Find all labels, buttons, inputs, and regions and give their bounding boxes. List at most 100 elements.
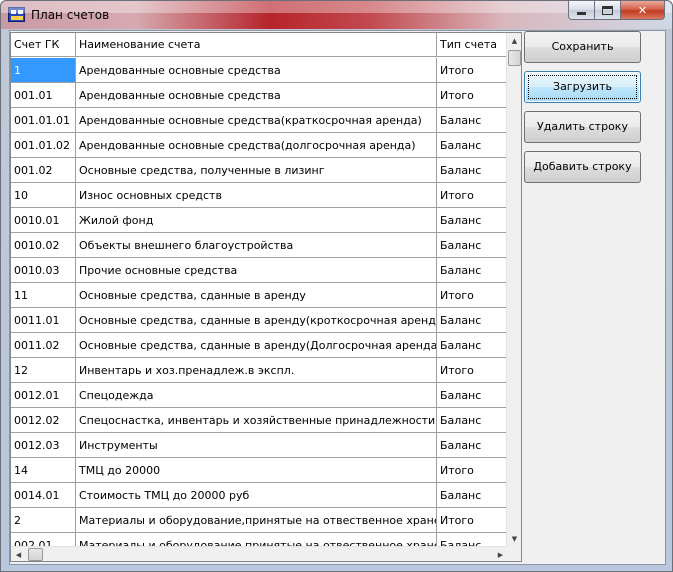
cell-type[interactable]: Баланс <box>437 408 508 433</box>
cell-type[interactable]: Баланс <box>437 158 508 183</box>
cell-account[interactable]: 0011.01 <box>11 308 76 333</box>
cell-type[interactable]: Итого <box>437 508 508 533</box>
add-row-button[interactable]: Добавить строку <box>524 151 641 183</box>
table-row[interactable]: 1 Арендованные основные средства Итого <box>11 58 508 83</box>
cell-type[interactable]: Баланс <box>437 208 508 233</box>
horizontal-scroll-thumb[interactable] <box>28 548 43 561</box>
horizontal-scrollbar[interactable]: ◀ ▶ <box>11 546 508 561</box>
cell-account[interactable]: 0010.01 <box>11 208 76 233</box>
cell-type[interactable]: Баланс <box>437 333 508 358</box>
close-button[interactable]: ✕ <box>621 1 665 20</box>
table-row[interactable]: 001.01 Арендованные основные средства Итог… <box>11 83 508 108</box>
table-row[interactable]: 10 Износ основных средств Итого <box>11 183 508 208</box>
cell-name[interactable]: Прочие основные средства <box>76 258 437 283</box>
cell-name[interactable]: Инструменты <box>76 433 437 458</box>
table-row[interactable]: 0012.01 Спецодежда Баланс <box>11 383 508 408</box>
cell-type[interactable]: Итого <box>437 83 508 108</box>
cell-type[interactable]: Баланс <box>437 433 508 458</box>
cell-type[interactable]: Баланс <box>437 233 508 258</box>
cell-name[interactable]: Арендованные основные средства(краткосро… <box>76 108 437 133</box>
minimize-button[interactable] <box>568 1 595 20</box>
cell-type[interactable]: Итого <box>437 458 508 483</box>
cell-name[interactable]: Арендованные основные средства <box>76 83 437 108</box>
cell-name[interactable]: Арендованные основные средства <box>76 58 437 83</box>
cell-account[interactable]: 001.01.01 <box>11 108 76 133</box>
save-button[interactable]: Сохранить <box>524 31 641 63</box>
title-bar[interactable]: План счетов ✕ <box>1 1 672 29</box>
cell-type[interactable]: Баланс <box>437 258 508 283</box>
cell-account[interactable]: 11 <box>11 283 76 308</box>
cell-name[interactable]: Жилой фонд <box>76 208 437 233</box>
table-row[interactable]: 11 Основные средства, сданные в аренду Ито… <box>11 283 508 308</box>
cell-type[interactable]: Итого <box>437 283 508 308</box>
cell-type[interactable]: Баланс <box>437 483 508 508</box>
scroll-up-arrow-icon[interactable]: ▲ <box>507 33 521 48</box>
cell-type[interactable]: Баланс <box>437 533 508 546</box>
cell-account[interactable]: 0011.02 <box>11 333 76 358</box>
cell-account[interactable]: 002.01 <box>11 533 76 546</box>
cell-account[interactable]: 0012.02 <box>11 408 76 433</box>
cell-name[interactable]: Спецоснастка, инвентарь и хозяйственные … <box>76 408 437 433</box>
maximize-button[interactable] <box>595 1 621 20</box>
cell-type[interactable]: Баланс <box>437 108 508 133</box>
column-header-name[interactable]: Наименование счета <box>76 33 437 57</box>
delete-row-button[interactable]: Удалить строку <box>524 111 641 143</box>
accounts-grid[interactable]: Счет ГК Наименование счета Тип счета 1 Ар… <box>10 32 522 562</box>
cell-name[interactable]: Основные средства, сданные в аренду(крот… <box>76 308 437 333</box>
cell-name[interactable]: Основные средства, сданные в аренду <box>76 283 437 308</box>
cell-name[interactable]: Материалы и оборудование,принятые на отв… <box>76 533 437 546</box>
cell-name[interactable]: Износ основных средств <box>76 183 437 208</box>
cell-name[interactable]: Основные средства, сданные в аренду(Долг… <box>76 333 437 358</box>
vertical-scrollbar[interactable]: ▲ ▼ <box>506 33 521 546</box>
scroll-down-arrow-icon[interactable]: ▼ <box>507 531 521 546</box>
cell-account[interactable]: 12 <box>11 358 76 383</box>
table-row[interactable]: 0014.01 Стоимость ТМЦ до 20000 руб Баланс <box>11 483 508 508</box>
table-row[interactable]: 0010.02 Объекты внешнего благоустройства Б… <box>11 233 508 258</box>
table-row[interactable]: 0012.02 Спецоснастка, инвентарь и хозяйст… <box>11 408 508 433</box>
scroll-left-arrow-icon[interactable]: ◀ <box>11 547 26 561</box>
cell-type[interactable]: Итого <box>437 183 508 208</box>
load-button[interactable]: Загрузить <box>524 71 641 103</box>
cell-name[interactable]: Инвентарь и хоз.пренадлеж.в экспл. <box>76 358 437 383</box>
column-header-account[interactable]: Счет ГК <box>11 33 76 57</box>
cell-account[interactable]: 0012.03 <box>11 433 76 458</box>
cell-type[interactable]: Баланс <box>437 133 508 158</box>
cell-name[interactable]: Материалы и оборудование,принятые на отв… <box>76 508 437 533</box>
cell-account[interactable]: 001.02 <box>11 158 76 183</box>
cell-account[interactable]: 0012.01 <box>11 383 76 408</box>
cell-account[interactable]: 1 <box>11 58 76 83</box>
table-row[interactable]: 001.02 Основные средства, полученные в ли… <box>11 158 508 183</box>
cell-name[interactable]: ТМЦ до 20000 <box>76 458 437 483</box>
cell-name[interactable]: Стоимость ТМЦ до 20000 руб <box>76 483 437 508</box>
cell-type[interactable]: Баланс <box>437 308 508 333</box>
cell-type[interactable]: Итого <box>437 58 508 83</box>
cell-account[interactable]: 0010.02 <box>11 233 76 258</box>
cell-name[interactable]: Основные средства, полученные в лизинг <box>76 158 437 183</box>
table-row[interactable]: 14 ТМЦ до 20000 Итого <box>11 458 508 483</box>
table-row[interactable]: 12 Инвентарь и хоз.пренадлеж.в экспл. Итог… <box>11 358 508 383</box>
cell-name[interactable]: Арендованные основные средства(долгосроч… <box>76 133 437 158</box>
table-row[interactable]: 0011.01 Основные средства, сданные в арен… <box>11 308 508 333</box>
cell-account[interactable]: 2 <box>11 508 76 533</box>
cell-account[interactable]: 0014.01 <box>11 483 76 508</box>
table-row[interactable]: 0010.01 Жилой фонд Баланс <box>11 208 508 233</box>
table-row[interactable]: 2 Материалы и оборудование,принятые на от… <box>11 508 508 533</box>
vertical-scroll-thumb[interactable] <box>508 50 521 66</box>
cell-type[interactable]: Баланс <box>437 383 508 408</box>
app-icon[interactable] <box>8 7 25 22</box>
table-row[interactable]: 001.01.01 Арендованные основные средства(… <box>11 108 508 133</box>
cell-name[interactable]: Спецодежда <box>76 383 437 408</box>
table-row[interactable]: 0011.02 Основные средства, сданные в арен… <box>11 333 508 358</box>
cell-account[interactable]: 0010.03 <box>11 258 76 283</box>
table-row[interactable]: 0012.03 Инструменты Баланс <box>11 433 508 458</box>
cell-account[interactable]: 001.01 <box>11 83 76 108</box>
table-row[interactable]: 002.01 Материалы и оборудование,принятые … <box>11 533 508 546</box>
cell-account[interactable]: 10 <box>11 183 76 208</box>
column-header-type[interactable]: Тип счета <box>437 33 508 57</box>
table-row[interactable]: 001.01.02 Арендованные основные средства(… <box>11 133 508 158</box>
cell-type[interactable]: Итого <box>437 358 508 383</box>
cell-account[interactable]: 14 <box>11 458 76 483</box>
cell-name[interactable]: Объекты внешнего благоустройства <box>76 233 437 258</box>
cell-account[interactable]: 001.01.02 <box>11 133 76 158</box>
table-row[interactable]: 0010.03 Прочие основные средства Баланс <box>11 258 508 283</box>
